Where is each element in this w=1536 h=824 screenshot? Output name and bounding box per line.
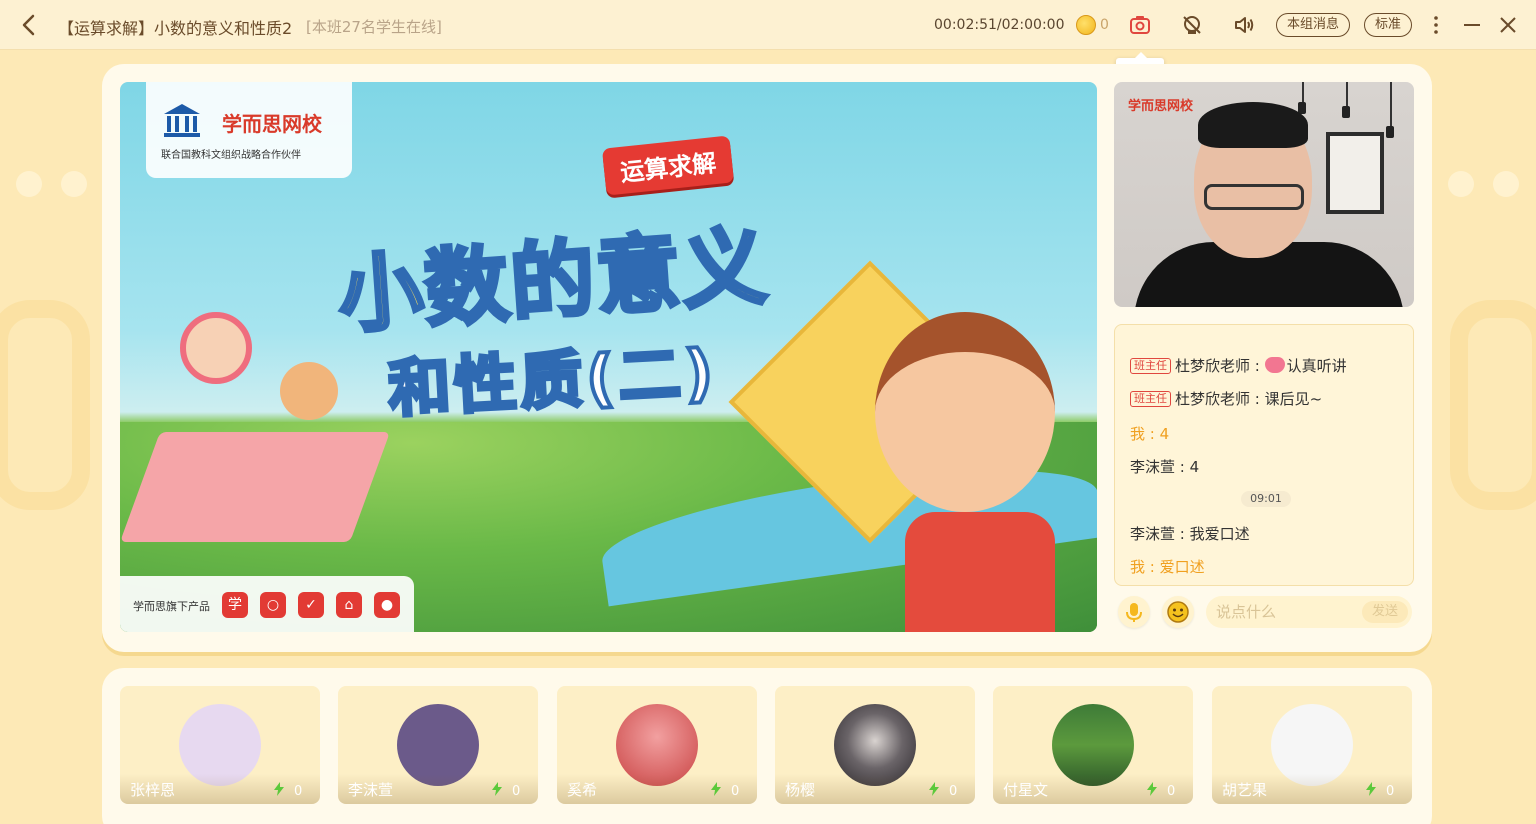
slide-badge: 运算求解 bbox=[601, 135, 735, 196]
teacher-video: 学而思网校 bbox=[1114, 82, 1414, 307]
slide-blanket bbox=[120, 432, 391, 542]
lamp-cord bbox=[1346, 82, 1348, 106]
lightning-icon bbox=[274, 782, 284, 796]
lightning-icon bbox=[929, 782, 939, 796]
group-messages-button[interactable]: 本组消息 bbox=[1276, 13, 1351, 37]
role-badge: 班主任 bbox=[1130, 358, 1171, 374]
student-card[interactable]: 胡艺果 0 bbox=[1212, 686, 1412, 804]
emoji-button[interactable] bbox=[1162, 596, 1194, 628]
close-icon[interactable] bbox=[1496, 13, 1520, 37]
chat-message: 李沫萱 : 我爱口述 bbox=[1130, 525, 1250, 543]
bg-dot bbox=[16, 171, 42, 197]
chat-sender: 杜梦欣老师 : bbox=[1175, 357, 1265, 375]
role-badge: 班主任 bbox=[1130, 391, 1171, 407]
student-score: 0 bbox=[512, 784, 521, 799]
lightning-icon bbox=[1366, 782, 1376, 796]
chat-message: 班主任 杜梦欣老师 : 认真听讲 bbox=[1130, 355, 1347, 376]
wall-frame bbox=[1326, 132, 1384, 214]
teacher-hair bbox=[1198, 102, 1308, 148]
student-card[interactable]: 付星文 0 bbox=[993, 686, 1193, 804]
chat-text: 认真听讲 bbox=[1286, 357, 1347, 375]
product-app-icon: ⌂ bbox=[336, 592, 362, 618]
monkey-illustration bbox=[280, 362, 338, 420]
student-card[interactable]: 李沫萱 0 bbox=[338, 686, 538, 804]
lesson-title: 【运算求解】小数的意义和性质2 bbox=[58, 19, 293, 38]
chat-panel: 班主任 杜梦欣老师 : 认真听讲 班主任 杜梦欣老师 : 课后见~ 我 : 4 李沫… bbox=[1114, 324, 1414, 586]
lightning-icon bbox=[492, 782, 502, 796]
lightning-icon bbox=[1147, 782, 1157, 796]
student-card[interactable]: 杨樱 0 bbox=[775, 686, 975, 804]
courseware-slide: 学而思网校 联合国教科文组织战略合作伙伴 运算求解 小数的意义 和性质(二) 学… bbox=[120, 82, 1097, 632]
lamp-cord bbox=[1390, 82, 1392, 126]
student-name: 张梓恩 bbox=[130, 781, 176, 799]
student-name: 奚希 bbox=[567, 781, 598, 799]
heart-emoji-icon bbox=[1264, 357, 1285, 373]
slide-subtitle: 和性质(二) bbox=[385, 333, 721, 427]
chat-message-me: 我 : 4 bbox=[1130, 425, 1170, 443]
chat-message: 班主任 杜梦欣老师 : 课后见~ bbox=[1130, 388, 1322, 409]
girl-illustration bbox=[180, 312, 252, 384]
slide-logo-card: 学而思网校 联合国教科文组织战略合作伙伴 bbox=[146, 82, 352, 178]
student-name: 胡艺果 bbox=[1222, 781, 1268, 799]
student-card[interactable]: 奚希 0 bbox=[557, 686, 757, 804]
student-score: 0 bbox=[731, 784, 740, 799]
smiley-icon bbox=[1167, 601, 1189, 623]
chat-text: 杜梦欣老师 : 课后见~ bbox=[1175, 390, 1323, 408]
student-score: 0 bbox=[1386, 784, 1395, 799]
coin-icon bbox=[1076, 15, 1096, 35]
teacher-video-logo: 学而思网校 bbox=[1128, 99, 1194, 114]
more-menu-icon[interactable] bbox=[1424, 13, 1448, 37]
online-count: [本班27名学生在线] bbox=[306, 18, 442, 36]
minimize-icon[interactable] bbox=[1460, 13, 1484, 37]
unesco-temple-icon bbox=[164, 104, 200, 137]
product-app-icon: ✓ bbox=[298, 592, 324, 618]
student-name: 李沫萱 bbox=[348, 781, 394, 799]
class-timer: 00:02:51/02:00:00 bbox=[934, 17, 1065, 33]
student-score: 0 bbox=[1167, 784, 1176, 799]
quality-button[interactable]: 标准 bbox=[1364, 13, 1413, 37]
teacher-glasses bbox=[1204, 184, 1304, 210]
top-bar: 【运算求解】小数的意义和性质2 [本班27名学生在线] 00:02:51/02:… bbox=[0, 0, 1536, 50]
boy-body-illustration bbox=[905, 512, 1055, 632]
back-arrow-icon[interactable] bbox=[16, 12, 42, 38]
chat-message-me: 我 : 爱口述 bbox=[1130, 558, 1205, 576]
student-card[interactable]: 张梓恩 0 bbox=[120, 686, 320, 804]
coin-count: 0 bbox=[1100, 17, 1109, 33]
bg-ring bbox=[1450, 300, 1536, 510]
bg-ring bbox=[0, 300, 90, 510]
slide-logo-name: 学而思网校 bbox=[222, 112, 322, 136]
microphone-icon bbox=[1126, 603, 1142, 622]
student-score: 0 bbox=[294, 784, 303, 799]
product-app-icon: ○ bbox=[260, 592, 286, 618]
product-app-icon: ● bbox=[374, 592, 400, 618]
send-button[interactable]: 发送 bbox=[1362, 601, 1408, 623]
volume-icon[interactable] bbox=[1232, 13, 1256, 37]
bg-dot bbox=[61, 171, 87, 197]
student-score: 0 bbox=[949, 784, 958, 799]
microphone-button[interactable] bbox=[1118, 596, 1150, 628]
lamp-icon bbox=[1386, 126, 1394, 138]
screenshot-camera-icon[interactable] bbox=[1128, 13, 1152, 37]
boy-head-illustration bbox=[875, 312, 1055, 512]
student-name: 杨樱 bbox=[785, 781, 816, 799]
lamp-icon bbox=[1342, 106, 1350, 118]
lightning-icon bbox=[711, 782, 721, 796]
products-bar: 学而思旗下产品 学 ○ ✓ ⌂ ● bbox=[120, 576, 414, 632]
lamp-cord bbox=[1302, 82, 1304, 102]
bg-dot bbox=[1493, 171, 1519, 197]
chat-time-chip: 09:01 bbox=[1241, 491, 1291, 507]
bg-dot bbox=[1448, 171, 1474, 197]
slide-logo-subtitle: 联合国教科文组织战略合作伙伴 bbox=[161, 150, 301, 161]
product-app-icon: 学 bbox=[222, 592, 248, 618]
chat-message: 李沫萱 : 4 bbox=[1130, 458, 1200, 476]
products-label: 学而思旗下产品 bbox=[133, 600, 210, 613]
camera-off-icon[interactable] bbox=[1180, 13, 1204, 37]
student-name: 付星文 bbox=[1003, 781, 1049, 799]
